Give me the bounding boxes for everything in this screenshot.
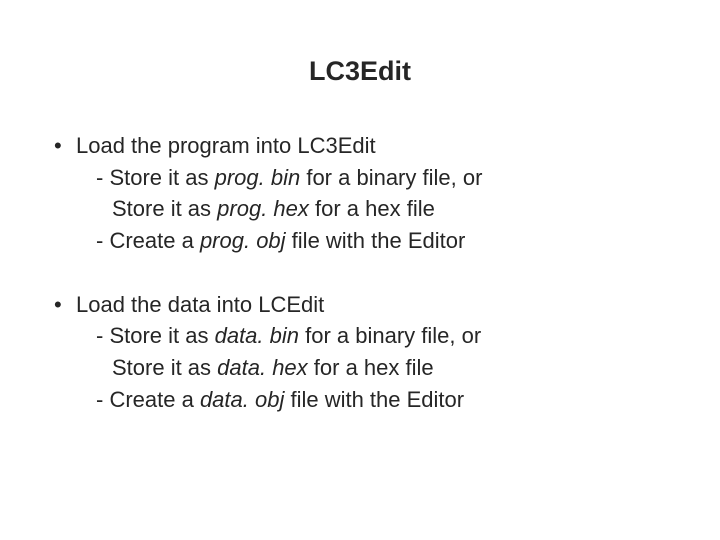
b1-s1b-a: Store it as	[112, 196, 217, 221]
b1-s2-c: file with the Editor	[286, 228, 466, 253]
b2-s1-b: data. bin	[215, 323, 299, 348]
b1-s2-b: prog. obj	[200, 228, 286, 253]
b2-s2-a: - Create a	[96, 387, 200, 412]
bullet-sub-2b: Store it as data. hex for a hex file	[54, 353, 666, 383]
b2-s1b-a: Store it as	[112, 355, 217, 380]
b1-s1-b: prog. bin	[215, 165, 301, 190]
b1-s2-a: - Create a	[96, 228, 200, 253]
slide-title: LC3Edit	[54, 56, 666, 87]
bullet-main-2: • Load the data into LCEdit	[54, 290, 666, 320]
bullet-dot-icon: •	[54, 290, 76, 320]
bullet-sub-1c: - Create a prog. obj file with the Edito…	[54, 226, 666, 256]
bullet-sub-1a: - Store it as prog. bin for a binary fil…	[54, 163, 666, 193]
b1-s1-c: for a binary file, or	[300, 165, 482, 190]
b2-s2-b: data. obj	[200, 387, 284, 412]
bullet-sub-2a: - Store it as data. bin for a binary fil…	[54, 321, 666, 351]
slide: LC3Edit • Load the program into LC3Edit …	[0, 0, 720, 540]
bullet-sub-1b: Store it as prog. hex for a hex file	[54, 194, 666, 224]
b2-s1b-b: data. hex	[217, 355, 308, 380]
bullet-sub-2c: - Create a data. obj file with the Edito…	[54, 385, 666, 415]
bullet-block-1: • Load the program into LC3Edit - Store …	[54, 131, 666, 256]
bullet-main-1-text: Load the program into LC3Edit	[76, 131, 376, 161]
bullet-dot-icon: •	[54, 131, 76, 161]
b2-s1-c: for a binary file, or	[299, 323, 481, 348]
b2-s1b-c: for a hex file	[308, 355, 434, 380]
bullet-main-1: • Load the program into LC3Edit	[54, 131, 666, 161]
b1-s1b-c: for a hex file	[309, 196, 435, 221]
bullet-main-2-text: Load the data into LCEdit	[76, 290, 324, 320]
b2-s2-c: file with the Editor	[284, 387, 464, 412]
bullet-block-2: • Load the data into LCEdit - Store it a…	[54, 290, 666, 415]
b1-s1b-b: prog. hex	[217, 196, 309, 221]
b1-s1-a: - Store it as	[96, 165, 215, 190]
b2-s1-a: - Store it as	[96, 323, 215, 348]
